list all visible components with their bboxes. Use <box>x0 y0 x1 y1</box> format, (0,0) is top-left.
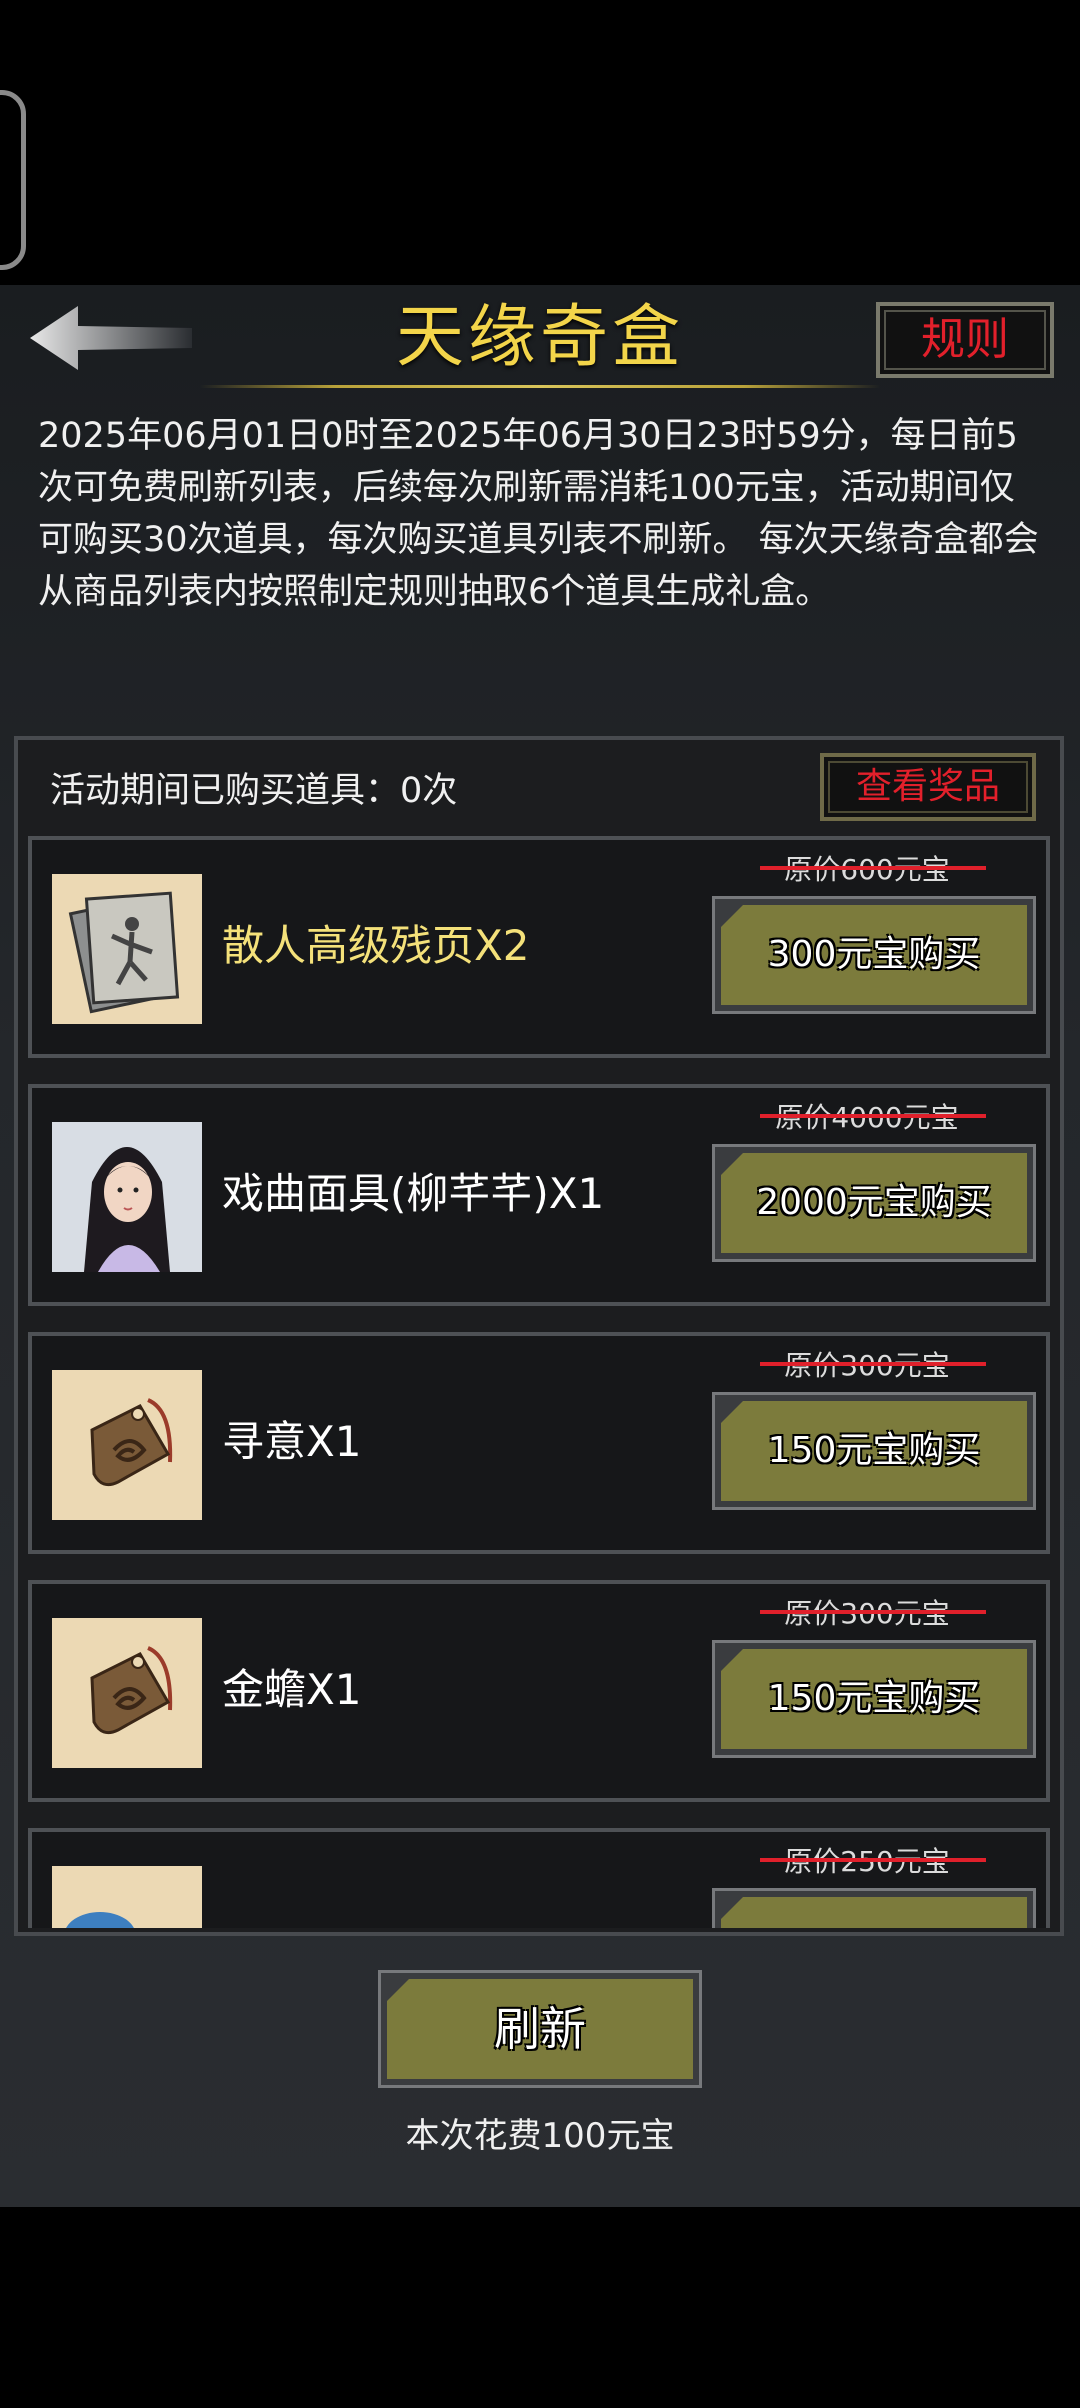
buy-button-label: 2000元宝购买 <box>721 1153 1027 1253</box>
buy-button-label: 150元宝购买 <box>721 1649 1027 1749</box>
buy-button[interactable]: 2000元宝购买 <box>712 1144 1036 1262</box>
list-item: 寻意X1 原价300元宝 150元宝购买 <box>28 1332 1050 1554</box>
list-item: 原价250元宝 <box>28 1828 1050 1928</box>
price-strikethrough <box>760 1610 986 1614</box>
rules-button[interactable]: 规则 <box>876 302 1054 378</box>
refresh-button[interactable]: 刷新 <box>378 1970 702 2088</box>
character-portrait-icon <box>52 1122 202 1272</box>
activity-description: 2025年06月01日0时至2025年06月30日23时59分，每日前5次可免费… <box>38 416 1039 612</box>
view-rewards-button[interactable]: 查看奖品 <box>820 753 1036 821</box>
item-list[interactable]: 散人高级残页X2 原价600元宝 300元宝购买 戏曲面具(柳芊芊)X1 原价4… <box>28 836 1052 1928</box>
buy-button-label: 150元宝购买 <box>721 1401 1027 1501</box>
list-item: 金蟾X1 原价300元宝 150元宝购买 <box>28 1580 1050 1802</box>
list-item: 散人高级残页X2 原价600元宝 300元宝购买 <box>28 836 1050 1058</box>
scroll-pages-icon <box>52 874 202 1024</box>
price-strikethrough <box>760 1362 986 1366</box>
blue-item-icon <box>52 1866 202 1928</box>
item-name: 戏曲面具(柳芊芊)X1 <box>222 1169 605 1218</box>
list-item: 戏曲面具(柳芊芊)X1 原价4000元宝 2000元宝购买 <box>28 1084 1050 1306</box>
back-arrow-icon[interactable] <box>26 300 196 376</box>
price-strikethrough <box>760 1114 986 1118</box>
jade-pendant-icon <box>52 1370 202 1520</box>
page-title: 天缘奇盒 <box>395 298 684 377</box>
purchase-count-label: 活动期间已购买道具：0次 <box>50 771 458 811</box>
title-divider <box>200 385 880 388</box>
price-strikethrough <box>760 866 986 870</box>
refresh-button-label: 刷新 <box>387 1979 693 2079</box>
buy-button[interactable]: 150元宝购买 <box>712 1640 1036 1758</box>
buy-button-label: 300元宝购买 <box>721 905 1027 1005</box>
item-name: 金蟾X1 <box>222 1665 362 1714</box>
buy-button[interactable]: 150元宝购买 <box>712 1392 1036 1510</box>
item-name: 寻意X1 <box>222 1417 362 1466</box>
buy-button[interactable] <box>712 1888 1036 1928</box>
buy-button-label <box>721 1897 1027 1928</box>
price-strikethrough <box>760 1858 986 1862</box>
jade-pendant-icon <box>52 1618 202 1768</box>
buy-button[interactable]: 300元宝购买 <box>712 896 1036 1014</box>
refresh-cost-label: 本次花费100元宝 <box>405 2116 675 2156</box>
side-edge-tab[interactable] <box>0 90 26 270</box>
item-name: 散人高级残页X2 <box>222 921 530 970</box>
